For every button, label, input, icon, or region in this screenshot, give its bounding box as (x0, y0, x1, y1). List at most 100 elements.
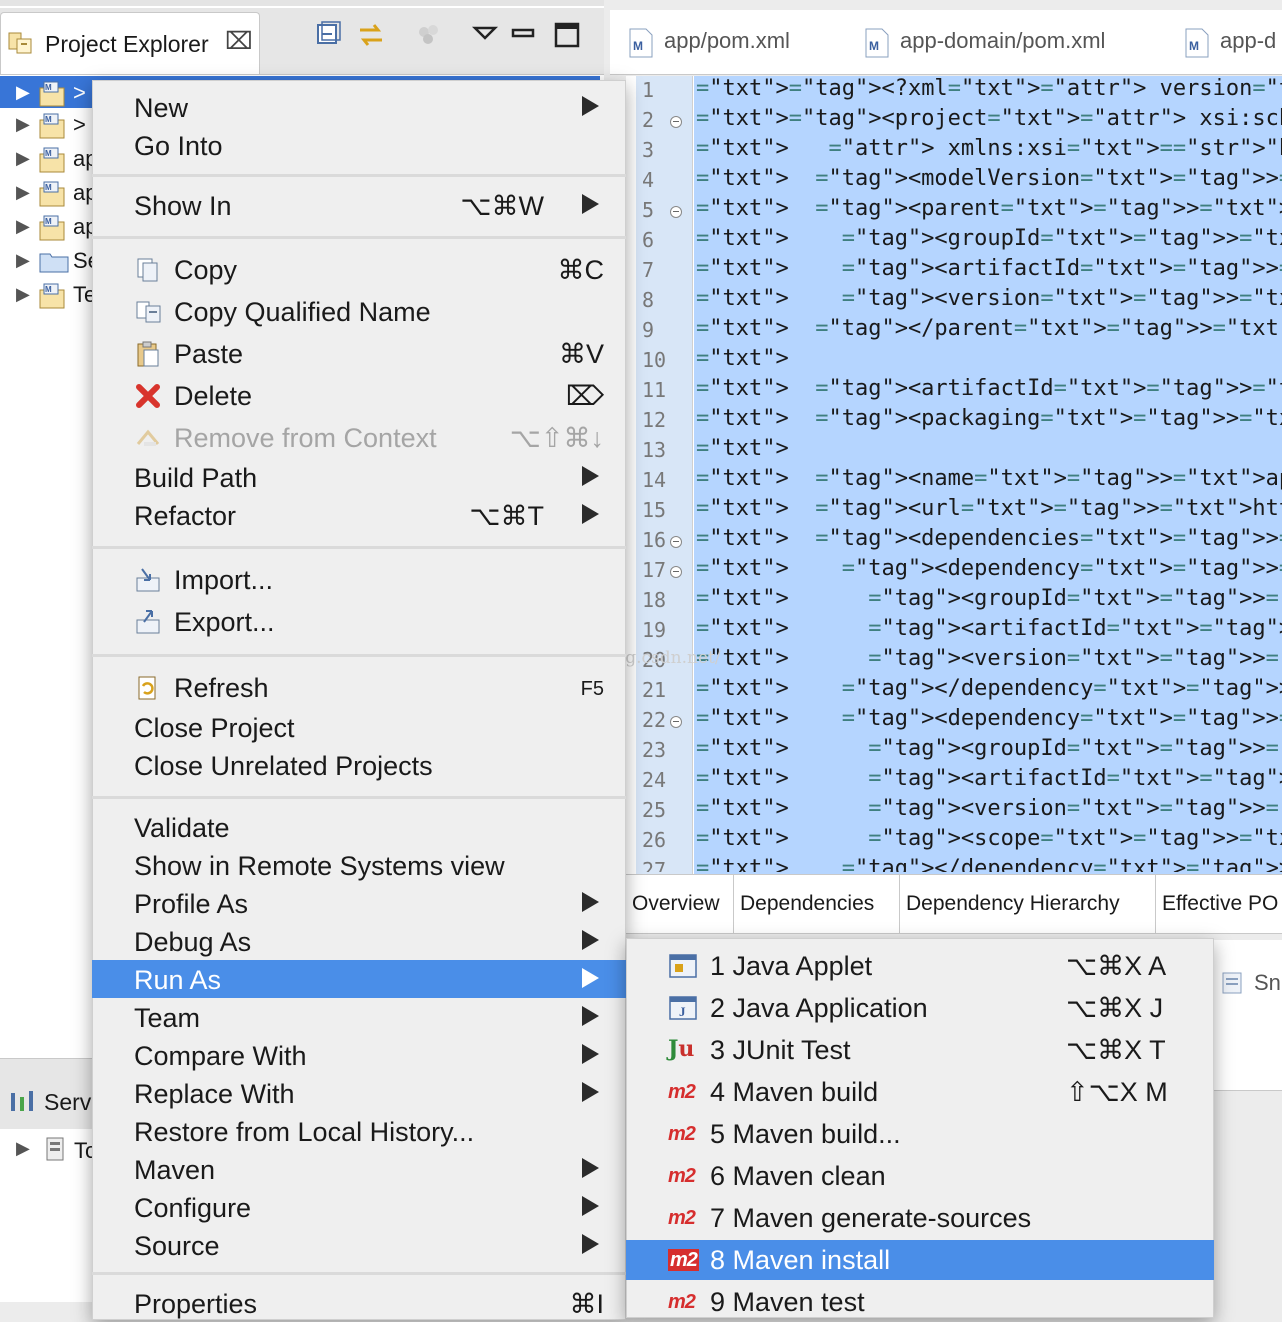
menu-item-label: Export... (174, 607, 275, 637)
menu-item-close-unrelated-projects[interactable]: Close Unrelated Projects (92, 746, 626, 784)
maven-m2-text: m2 (668, 1207, 696, 1229)
line-number: 3 (642, 138, 655, 162)
code-line: ="txt"> ="tag"><version="txt">="tag">>="… (696, 286, 1282, 311)
menu-shortcut: ⌥⇧⌘↓ (509, 423, 604, 453)
maven-m2-text: m2 (668, 1165, 696, 1187)
menu-item-label: Remove from Context (174, 423, 437, 453)
fold-toggle-icon[interactable] (670, 206, 682, 218)
menu-item-source[interactable]: Source (92, 1226, 626, 1264)
submenu-item-2-java-application[interactable]: J 2 Java Application ⌥⌘X J (626, 988, 1214, 1028)
menu-item-profile-as[interactable]: Profile As (92, 884, 626, 922)
line-number: 1 (642, 78, 655, 102)
code-line: ="txt"> ="tag"><artifactId="txt">="tag">… (696, 616, 1282, 641)
line-number: 6 (642, 228, 655, 252)
menu-item-run-as[interactable]: Run As (92, 960, 626, 998)
menu-item-label: Properties (134, 1289, 258, 1319)
menu-item-compare-with[interactable]: Compare With (92, 1036, 626, 1074)
menu-item-replace-with[interactable]: Replace With (92, 1074, 626, 1112)
code-line: ="txt">="tag"><?xml="txt">="attr"> versi… (696, 76, 1282, 101)
fold-toggle-icon[interactable] (670, 116, 682, 128)
submenu-item-1-java-applet[interactable]: 1 Java Applet ⌥⌘X A (626, 946, 1214, 986)
submenu-item-4-maven-build[interactable]: m2 4 Maven build ⇧⌥X M (626, 1072, 1214, 1112)
submenu-shortcut: ⌥⌘X A (1066, 951, 1167, 981)
submenu-item-3-junit-test[interactable]: Ju 3 JUnit Test ⌥⌘X T (626, 1030, 1214, 1070)
submenu-arrow-icon (582, 1158, 599, 1178)
menu-item-build-path[interactable]: Build Path (92, 458, 626, 496)
menu-item-close-project[interactable]: Close Project (92, 708, 626, 746)
menu-item-restore-from-local-history[interactable]: Restore from Local History... (92, 1112, 626, 1150)
refresh-icon (138, 676, 156, 700)
code-line: ="txt"> ="tag"><artifactId="txt">="tag">… (696, 256, 1282, 281)
submenu-item-6-maven-clean[interactable]: m2 6 Maven clean (626, 1156, 1214, 1196)
tab-effective-pom[interactable]: Effective PO (1156, 875, 1282, 933)
line-number: 27 (642, 858, 667, 872)
code-line: ="txt"> ="tag"><packaging="txt">="tag">>… (696, 406, 1282, 431)
submenu-arrow-icon (582, 466, 599, 486)
line-number: 10 (642, 348, 667, 372)
line-number: 9 (642, 318, 655, 342)
tab-dependencies[interactable]: Dependencies (734, 875, 900, 933)
tab-overview[interactable]: Overview (626, 875, 734, 933)
menu-separator (92, 1272, 626, 1275)
export-icon (136, 610, 160, 634)
menu-item-label: Show in Remote Systems view (134, 851, 505, 881)
menu-separator (92, 174, 626, 177)
snippets-view: Sn (1212, 940, 1282, 1091)
code-line: ="txt"> ="tag"><version="txt">="tag">>="… (696, 796, 1282, 821)
submenu-item-8-maven-install[interactable]: m2 8 Maven install (626, 1240, 1214, 1280)
menu-item-maven[interactable]: Maven (92, 1150, 626, 1188)
submenu-item-7-maven-generate-sources[interactable]: m2 7 Maven generate-sources (626, 1198, 1214, 1238)
junit-icon: Ju (668, 1036, 695, 1062)
menu-item-delete[interactable]: Delete ⌦ (92, 376, 626, 414)
code-line: ="txt"> ="tag"><name="txt">="tag">>="txt… (696, 466, 1282, 491)
menu-item-import[interactable]: Import... (92, 560, 626, 598)
menu-item-refresh[interactable]: Refresh F5 (92, 668, 626, 706)
servers-tab-label[interactable]: Serv (44, 1089, 91, 1116)
menu-separator (92, 796, 626, 799)
menu-item-paste[interactable]: Paste ⌘V (92, 334, 626, 372)
menu-shortcut: ⌘I (569, 1289, 604, 1319)
code-line: ="txt">="tag"><project="txt">="attr"> xs… (696, 106, 1282, 131)
java-application-icon: J (668, 994, 698, 1022)
line-number: 23 (642, 738, 667, 762)
submenu-arrow-icon (582, 1196, 599, 1216)
line-number: 15 (642, 498, 667, 522)
tab-dependency-hierarchy[interactable]: Dependency Hierarchy (900, 875, 1156, 933)
fold-toggle-icon[interactable] (670, 566, 682, 578)
menu-item-copy-qualified-name[interactable]: Copy Qualified Name (92, 292, 626, 330)
submenu-item-5-maven-build[interactable]: m2 5 Maven build... (626, 1114, 1214, 1154)
line-number: 13 (642, 438, 667, 462)
code-line: ="txt"> ="tag"><parent="txt">="tag">>="t… (696, 196, 1282, 221)
submenu-shortcut: ⌥⌘X J (1066, 993, 1164, 1023)
java-applet-icon-glyph (669, 954, 697, 978)
menu-item-export[interactable]: Export... (92, 602, 626, 640)
menu-item-team[interactable]: Team (92, 998, 626, 1036)
maven-m2-text: m2 (668, 1123, 696, 1145)
menu-item-configure[interactable]: Configure (92, 1188, 626, 1226)
code-line: ="txt"> ="tag"><dependencies="txt">="tag… (696, 526, 1282, 551)
menu-item-debug-as[interactable]: Debug As (92, 922, 626, 960)
menu-item-show-in[interactable]: Show In ⌥⌘W (92, 186, 626, 224)
menu-shortcut: ⌘V (558, 339, 604, 369)
submenu-arrow-icon (582, 1006, 599, 1026)
submenu-item-9-maven-test[interactable]: m2 9 Maven test (626, 1282, 1214, 1322)
menu-item-label: Go Into (134, 131, 223, 161)
menu-item-new[interactable]: New (92, 88, 626, 126)
fold-toggle-icon[interactable] (670, 716, 682, 728)
maven-m2-icon: m2 (668, 1291, 698, 1319)
menu-item-properties[interactable]: Properties ⌘I (92, 1284, 626, 1322)
menu-item-label: Refactor (134, 501, 237, 531)
menu-item-go-into[interactable]: Go Into (92, 126, 626, 164)
menu-item-validate[interactable]: Validate (92, 808, 626, 846)
menu-item-show-in-remote-systems-view[interactable]: Show in Remote Systems view (92, 846, 626, 884)
java-application-icon-glyph: J (669, 996, 697, 1020)
snippets-tab-label[interactable]: Sn (1254, 970, 1281, 996)
submenu-shortcut: ⇧⌥X M (1066, 1077, 1168, 1107)
menu-item-refactor[interactable]: Refactor ⌥⌘T (92, 496, 626, 534)
fold-toggle-icon[interactable] (670, 536, 682, 548)
menu-item-copy[interactable]: Copy ⌘C (92, 250, 626, 288)
menu-item-label: New (134, 93, 189, 123)
expand-chevron-icon[interactable]: ▶ (16, 1138, 30, 1159)
menu-shortcut: ⌥⌘W (460, 191, 544, 221)
snippets-icon (1222, 972, 1242, 994)
